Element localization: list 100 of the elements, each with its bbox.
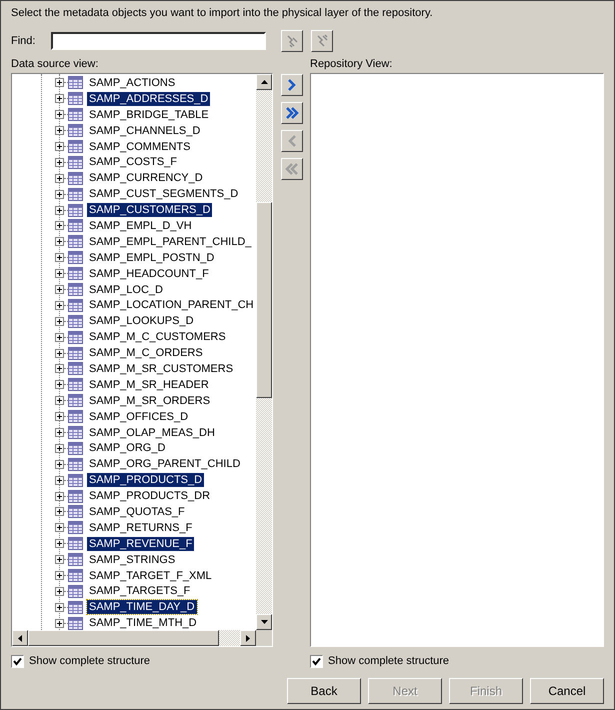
tree-item[interactable]: SAMP_QUOTAS_F <box>87 504 187 519</box>
tree-item[interactable]: SAMP_CHANNELS_D <box>87 124 202 138</box>
tree-item[interactable]: SAMP_EMPL_D_VH <box>87 218 194 233</box>
expand-icon[interactable] <box>55 78 64 88</box>
expand-icon[interactable] <box>55 237 64 246</box>
table-icon <box>68 505 83 518</box>
tree-item[interactable]: SAMP_OFFICES_D <box>87 410 190 424</box>
tree-item[interactable]: SAMP_ORG_D <box>87 441 168 456</box>
expand-icon[interactable] <box>55 174 64 183</box>
expand-icon[interactable] <box>55 444 64 453</box>
vertical-scrollbar[interactable] <box>256 74 272 630</box>
checkbox[interactable] <box>310 654 323 668</box>
table-icon <box>68 267 83 280</box>
expand-icon[interactable] <box>55 221 64 230</box>
expand-icon[interactable] <box>55 269 64 278</box>
expand-icon[interactable] <box>55 190 64 199</box>
expand-icon[interactable] <box>55 428 64 438</box>
table-icon <box>68 474 83 487</box>
expand-icon[interactable] <box>55 316 64 326</box>
expand-icon[interactable] <box>55 126 64 136</box>
expand-icon[interactable] <box>55 555 64 564</box>
expand-icon[interactable] <box>55 571 64 580</box>
tree-item[interactable]: SAMP_M_SR_HEADER <box>87 378 211 392</box>
tree-item[interactable]: SAMP_M_SR_ORDERS <box>87 394 212 408</box>
table-icon <box>68 283 83 296</box>
tree-item[interactable]: SAMP_CUST_SEGMENTS_D <box>87 187 240 202</box>
expand-icon[interactable] <box>55 586 64 596</box>
tree-item[interactable]: SAMP_BRIDGE_TABLE <box>87 108 211 122</box>
table-icon <box>68 584 83 598</box>
expand-icon[interactable] <box>55 348 64 358</box>
tree-item[interactable]: SAMP_LOOKUPS_D <box>87 314 196 328</box>
expand-icon[interactable] <box>55 285 64 294</box>
expand-icon[interactable] <box>55 110 64 120</box>
find-field[interactable] <box>51 32 266 50</box>
table-icon <box>68 124 83 138</box>
expand-icon[interactable] <box>55 492 64 501</box>
table-icon <box>68 394 83 408</box>
table-icon <box>68 298 83 312</box>
tree-item[interactable]: SAMP_PRODUCTS_DR <box>87 489 212 504</box>
expand-icon[interactable] <box>55 380 64 390</box>
expand-icon[interactable] <box>55 618 64 628</box>
expand-icon[interactable] <box>55 253 64 262</box>
checkbox[interactable] <box>11 654 24 668</box>
tree-item[interactable]: SAMP_COSTS_F <box>87 155 180 170</box>
expand-icon[interactable] <box>55 300 64 310</box>
transfer-button[interactable] <box>280 102 302 124</box>
expand-icon[interactable] <box>55 539 64 548</box>
expand-icon[interactable] <box>55 412 64 422</box>
tree-item[interactable]: SAMP_LOCATION_PARENT_CH <box>87 298 256 312</box>
tree-item[interactable]: SAMP_HEADCOUNT_F <box>87 266 211 281</box>
table-icon <box>68 235 83 248</box>
tree-item[interactable]: SAMP_TIME_MTH_D <box>87 616 199 630</box>
expand-icon[interactable] <box>55 364 64 374</box>
expand-icon[interactable] <box>55 476 64 485</box>
expand-icon[interactable] <box>55 158 64 167</box>
tree-item[interactable]: SAMP_PRODUCTS_D <box>87 473 204 488</box>
tree-item[interactable]: SAMP_TARGETS_F <box>87 584 192 598</box>
expand-icon[interactable] <box>55 602 64 612</box>
tree-item[interactable]: SAMP_COMMENTS <box>87 140 192 154</box>
checkbox-label[interactable]: Show complete structure <box>328 655 450 667</box>
expand-icon[interactable] <box>55 142 64 151</box>
tree-item[interactable]: SAMP_TARGET_F_XML <box>87 568 214 583</box>
left-arrow-icon <box>18 634 22 642</box>
right-arrow-icon <box>246 634 250 642</box>
transfer-button[interactable] <box>280 74 302 96</box>
tree-item[interactable]: SAMP_STRINGS <box>87 552 178 567</box>
expand-icon[interactable] <box>55 523 64 532</box>
expand-icon[interactable] <box>55 460 64 469</box>
wizard-button[interactable]: Cancel <box>530 678 604 704</box>
table-icon <box>68 410 83 424</box>
find-label: Find: <box>11 35 36 47</box>
tree-item[interactable]: SAMP_CUSTOMERS_D <box>87 203 212 218</box>
wizard-button[interactable]: Back <box>287 678 361 704</box>
table-icon <box>68 442 83 455</box>
tree-item[interactable]: SAMP_CURRENCY_D <box>87 171 205 186</box>
tree-item[interactable]: SAMP_LOC_D <box>87 282 165 297</box>
table-icon <box>68 108 83 122</box>
expand-icon[interactable] <box>55 94 64 104</box>
expand-icon[interactable] <box>55 396 64 406</box>
tree-item[interactable]: SAMP_OLAP_MEAS_DH <box>87 426 217 440</box>
table-icon <box>68 76 83 90</box>
table-icon <box>68 156 83 169</box>
table-icon <box>68 616 83 630</box>
data-source-label: Data source view: <box>11 57 100 72</box>
tree-item[interactable]: SAMP_EMPL_PARENT_CHILD_ <box>87 234 254 249</box>
tree-item[interactable]: SAMP_M_C_ORDERS <box>87 346 205 360</box>
tree-item[interactable]: SAMP_ACTIONS <box>87 76 178 90</box>
checkbox-label[interactable]: Show complete structure <box>29 655 150 667</box>
horizontal-scrollbar[interactable] <box>12 630 256 646</box>
tree-item[interactable]: SAMP_M_SR_CUSTOMERS <box>87 362 236 376</box>
tree-item[interactable]: SAMP_TIME_DAY_D <box>87 600 197 614</box>
tree-item[interactable]: SAMP_EMPL_POSTN_D <box>87 250 216 265</box>
tree-item[interactable]: SAMP_ADDRESSES_D <box>87 92 210 106</box>
expand-icon[interactable] <box>55 507 64 516</box>
expand-icon[interactable] <box>55 206 64 215</box>
tree-item[interactable]: SAMP_ORG_PARENT_CHILD <box>87 457 242 472</box>
tree-item[interactable]: SAMP_RETURNS_F <box>87 520 194 535</box>
expand-icon[interactable] <box>55 332 64 342</box>
tree-item[interactable]: SAMP_M_C_CUSTOMERS <box>87 330 228 344</box>
tree-item[interactable]: SAMP_REVENUE_F <box>87 536 194 551</box>
